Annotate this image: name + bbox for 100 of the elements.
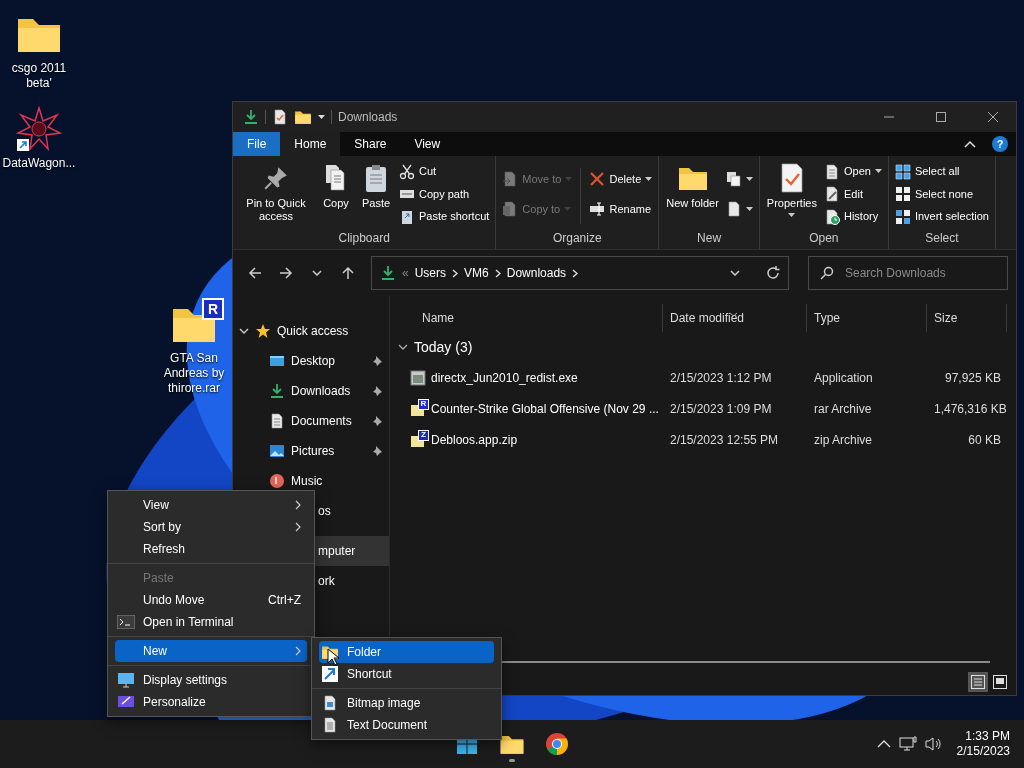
monitor-icon [117, 672, 135, 688]
download-arrow-icon [269, 383, 285, 399]
menu-item[interactable]: Open in Terminal [115, 611, 307, 633]
show-hidden-icons-button[interactable] [876, 740, 891, 748]
help-icon[interactable]: ? [992, 136, 1008, 152]
size-cell-text: 1,476,316 KB [933, 400, 1007, 418]
address-bar[interactable]: « Users VM6 Downloads [371, 256, 789, 290]
menu-item[interactable]: Text Document [319, 714, 494, 736]
file-row[interactable]: directx_Jun2010_redist.exe 2/15/2023 1:12 PM Application 97,925 KB [390, 362, 1016, 393]
archive-badge: R [202, 298, 224, 320]
menu-item[interactable]: Bitmap image [319, 692, 494, 714]
ribbon-button[interactable]: Edit [822, 183, 884, 205]
view-button[interactable] [968, 672, 988, 692]
menu-item[interactable]: Sort by [115, 516, 307, 538]
documents-icon [725, 171, 742, 187]
ribbon-tab[interactable]: Home [280, 132, 341, 156]
volume-button[interactable] [924, 736, 943, 752]
grid-icon [894, 208, 911, 225]
network-icon [898, 736, 917, 752]
sidebar-item[interactable]: Documents [233, 406, 389, 436]
ribbon-button[interactable]: Copy path [397, 183, 492, 205]
cross-icon [589, 171, 606, 187]
menu-item[interactable]: New [115, 640, 307, 662]
file-row[interactable]: R Counter-Strike Global Offensive (Nov 29 ... 2/15/2023 1:09 PM rar Archive 1,476,316 KB [390, 393, 1016, 424]
breadcrumb[interactable]: Downloads [506, 264, 567, 282]
type-cell-text: Application [813, 369, 874, 387]
column-header[interactable]: Size [927, 304, 1007, 332]
scrollbar[interactable] [502, 661, 990, 663]
caret-icon [318, 114, 325, 120]
type-cell-text: rar Archive [813, 400, 873, 418]
ribbon-tab[interactable]: Share [340, 132, 401, 156]
details-view-icon [971, 675, 985, 689]
overflow-marker[interactable]: « [402, 264, 409, 282]
menu-item[interactable]: View [115, 494, 307, 516]
ribbon-button[interactable]: Paste shortcut [397, 205, 492, 228]
search-field[interactable]: Search Downloads [808, 256, 1008, 290]
ribbon-button[interactable]: Delete [587, 168, 655, 190]
ribbon-button[interactable]: Cut [397, 160, 492, 183]
column-header[interactable]: Name [390, 304, 663, 332]
music-note-icon [269, 473, 285, 489]
caret-icon [565, 176, 573, 182]
menu-item[interactable]: Undo Move Ctrl+Z [115, 589, 307, 611]
menu-item[interactable]: Personalize [115, 691, 307, 713]
ribbon-button[interactable]: Properties [763, 160, 820, 220]
pushpin-icon [371, 445, 383, 457]
download-arrow-icon [380, 265, 396, 281]
sidebar-item[interactable]: Downloads [233, 376, 389, 406]
sort-caret-icon [729, 312, 738, 318]
ribbon-button[interactable]: Paste [357, 160, 395, 212]
size-cell-text: 97,925 KB [943, 369, 1002, 387]
circle-logo-icon [545, 732, 569, 756]
document-icon [824, 163, 840, 180]
window-title: Downloads [338, 109, 398, 126]
ribbon-button[interactable]: Copy [317, 160, 355, 212]
ribbon-tab[interactable]: File [233, 132, 281, 156]
menu-item[interactable]: Display settings [115, 669, 307, 691]
desktop-icon-label[interactable]: csgo 2011 beta' [0, 61, 78, 91]
pushpin-icon [371, 355, 383, 367]
clock-document-icon [824, 208, 840, 225]
column-header[interactable]: Type [807, 304, 927, 332]
menu-item[interactable]: Shortcut [319, 663, 494, 685]
ribbon-button[interactable]: Open [822, 160, 884, 183]
network-button[interactable] [898, 736, 917, 752]
caret-icon [745, 176, 753, 182]
type-cell-text: zip Archive [813, 431, 874, 449]
pushpin-icon [264, 166, 288, 190]
grid-icon [894, 186, 911, 202]
ribbon-tab[interactable]: View [400, 132, 455, 156]
text-document-icon [322, 717, 338, 733]
ribbon-button[interactable]: New folder [663, 160, 722, 212]
file-name: Counter-Strike Global Offensive (Nov 29 ... [431, 400, 659, 418]
chevron-up-icon [876, 740, 891, 748]
ribbon-button[interactable]: History [822, 205, 884, 228]
document-arrow-icon [502, 171, 519, 187]
date-cell-text: 2/15/2023 1:12 PM [669, 369, 773, 387]
desktop-icon-label[interactable]: DataWagon... [2, 156, 76, 171]
clock[interactable]: 1:33 PM 2/15/2023 [950, 729, 1010, 759]
sidebar-item[interactable]: Pictures [233, 436, 389, 466]
view-button[interactable] [990, 672, 1010, 692]
group-label: Clipboard [337, 230, 391, 247]
ribbon-button[interactable]: Invert selection [892, 205, 991, 228]
document-icon [725, 201, 742, 217]
caret-icon [645, 176, 653, 182]
group-header[interactable]: Today (3) [390, 332, 1016, 362]
menu-item[interactable]: Folder [319, 641, 494, 663]
menu-item[interactable]: Refresh [115, 538, 307, 560]
ribbon-button[interactable]: Select all [892, 160, 991, 183]
file-row[interactable]: Z Debloos.app.zip 2/15/2023 12:55 PM zip Archive 60 KB [390, 424, 1016, 455]
ribbon-button[interactable]: Pin to Quick access [237, 160, 315, 225]
group-label: Organize [551, 230, 603, 247]
chevron-icon [398, 342, 408, 352]
checked-document-icon [272, 109, 288, 125]
breadcrumb[interactable]: VM6 [464, 264, 489, 282]
sidebar-item[interactable]: Desktop [233, 346, 389, 376]
ribbon-button[interactable]: Select none [892, 183, 991, 205]
column-header[interactable]: Date modified [663, 304, 807, 332]
sidebar-item[interactable]: Quick access [233, 316, 389, 346]
ribbon-button[interactable]: Rename [587, 198, 655, 220]
document-icon [269, 413, 285, 429]
breadcrumb[interactable]: Users [414, 264, 447, 282]
